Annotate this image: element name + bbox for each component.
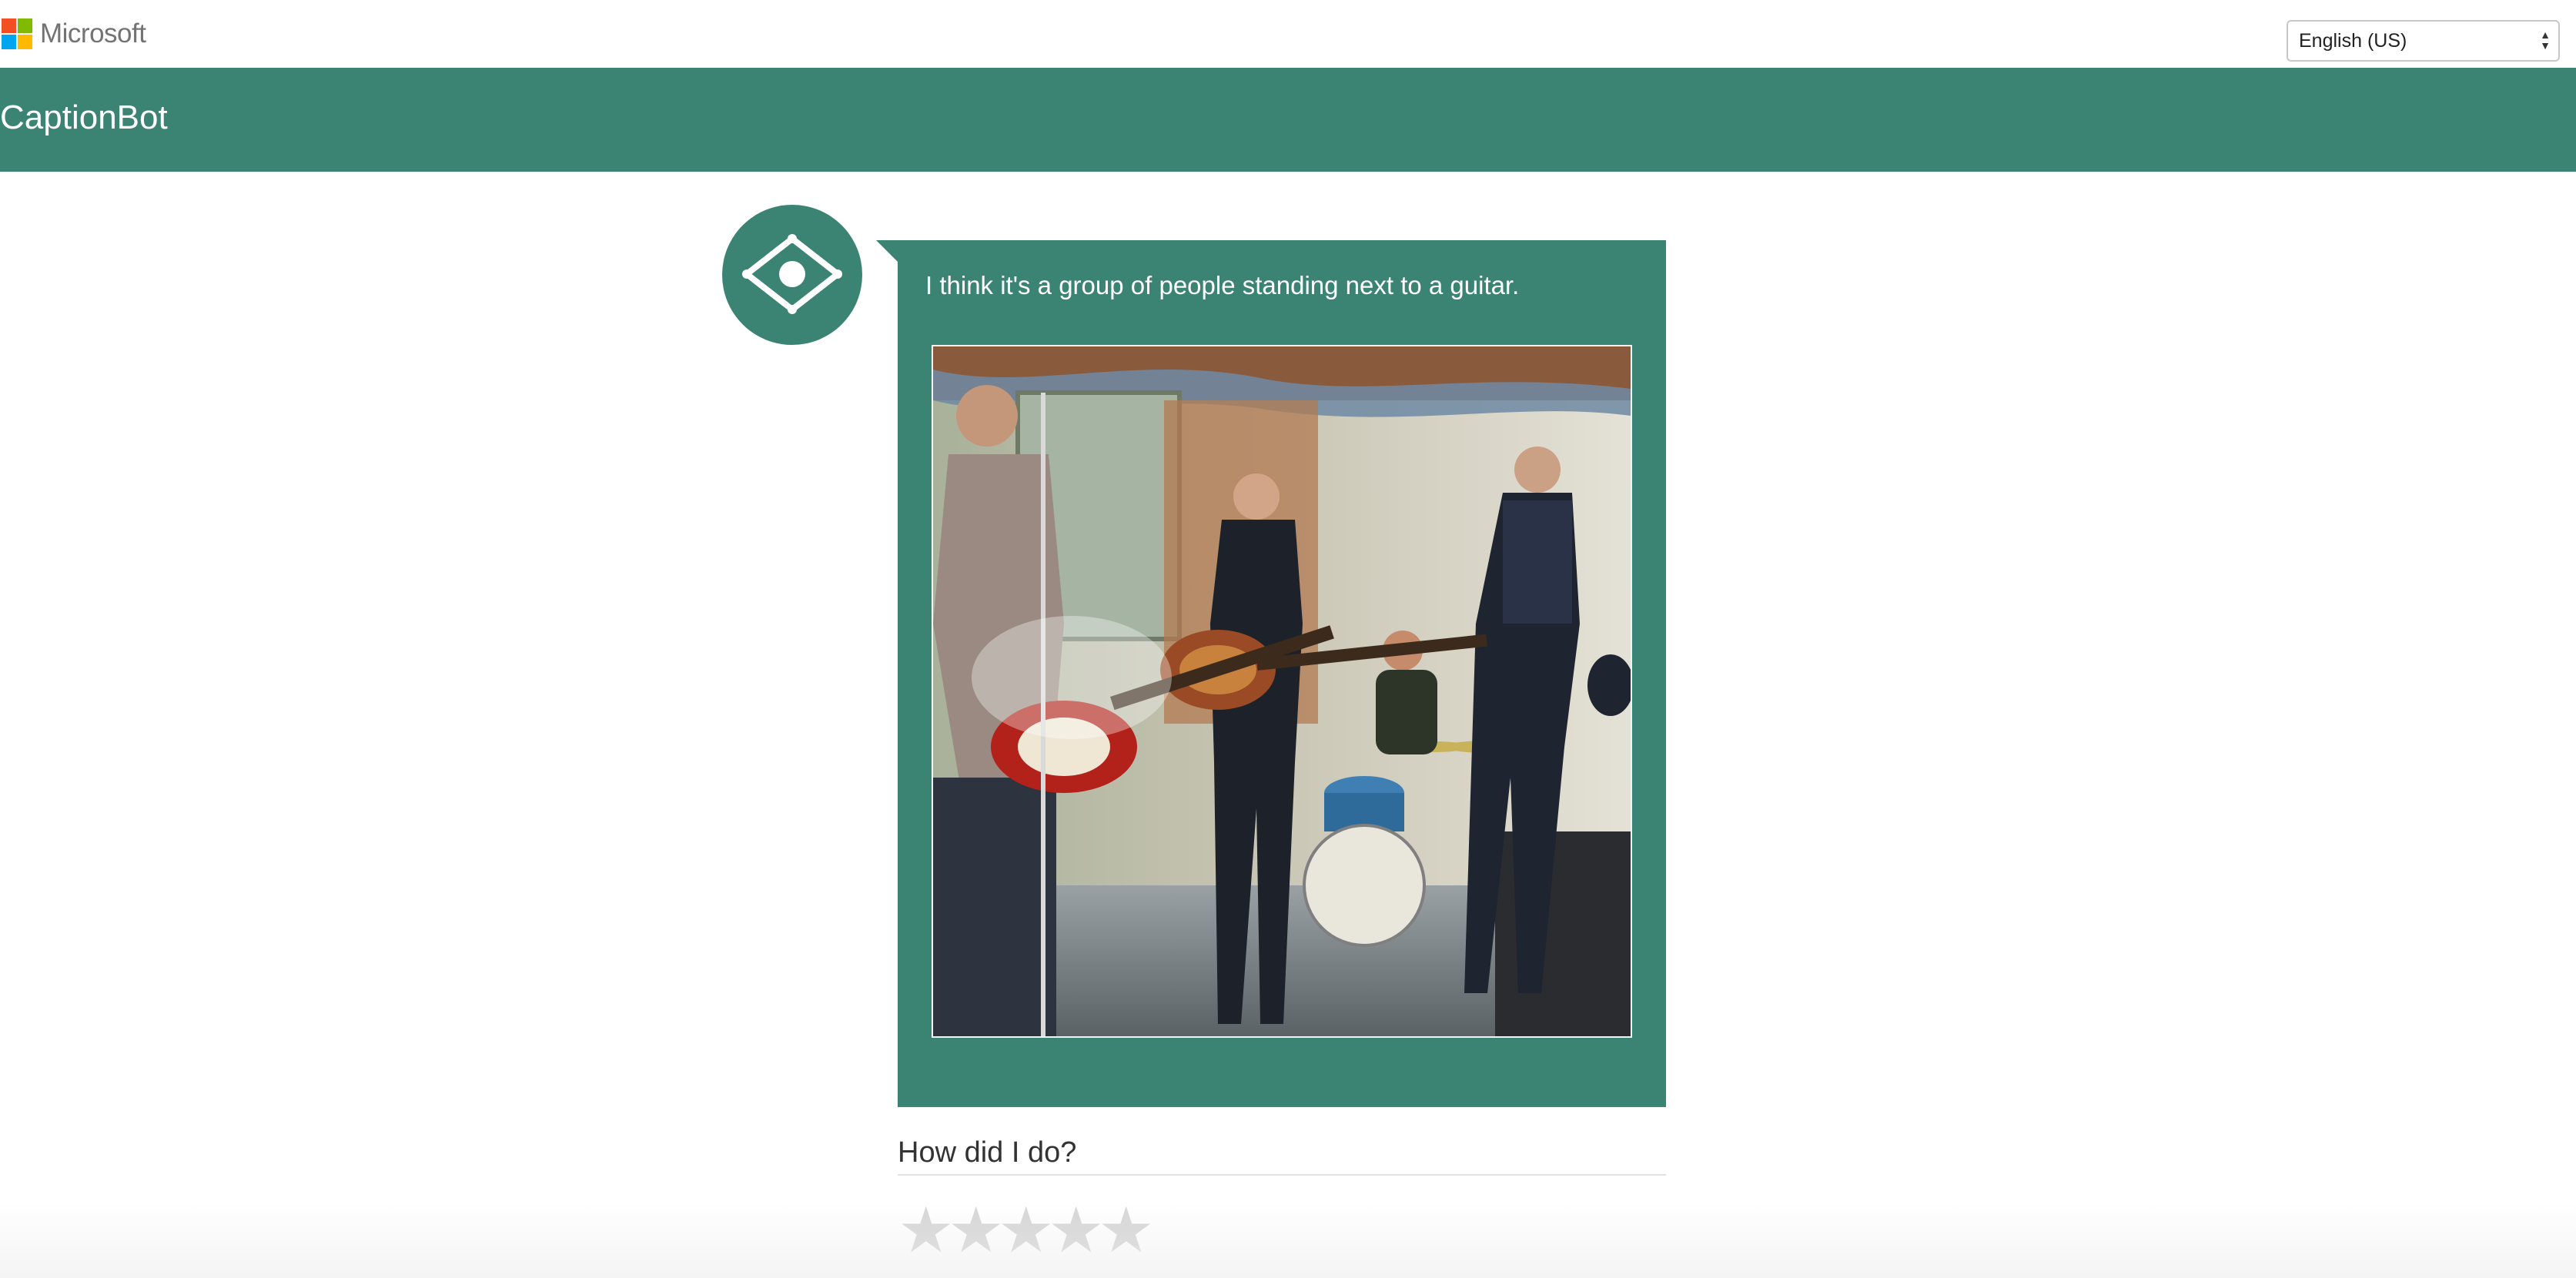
top-bar: Microsoft English (US) ▲ ▼ bbox=[0, 0, 2576, 68]
language-select-value: English (US) bbox=[2299, 29, 2407, 52]
star-icon-4[interactable]: ★ bbox=[1048, 1199, 1105, 1263]
bot-avatar bbox=[722, 205, 862, 345]
caption-text: I think it's a group of people standing … bbox=[925, 271, 1520, 299]
eye-icon bbox=[742, 234, 842, 314]
band-photo bbox=[933, 346, 1631, 1036]
app-title[interactable]: CaptionBot bbox=[0, 99, 168, 137]
feedback-divider bbox=[898, 1174, 1666, 1176]
star-icon-2[interactable]: ★ bbox=[948, 1199, 1005, 1263]
star-icon-3[interactable]: ★ bbox=[998, 1199, 1055, 1263]
feedback-question: How did I do? bbox=[898, 1136, 1077, 1169]
page: Microsoft English (US) ▲ ▼ CaptionBot I t… bbox=[0, 0, 2576, 1278]
bottom-fade bbox=[0, 1201, 2576, 1278]
select-arrows-icon: ▲ ▼ bbox=[2540, 28, 2551, 52]
app-header: CaptionBot bbox=[0, 68, 2576, 172]
star-icon-5[interactable]: ★ bbox=[1098, 1199, 1155, 1263]
microsoft-logo[interactable]: Microsoft bbox=[2, 18, 146, 49]
bubble-tail bbox=[876, 240, 898, 262]
star-icon-1[interactable]: ★ bbox=[898, 1199, 955, 1263]
microsoft-brand-text: Microsoft bbox=[40, 18, 146, 49]
uploaded-photo bbox=[932, 345, 1632, 1038]
microsoft-logo-icon bbox=[2, 18, 32, 49]
language-select[interactable]: English (US) ▲ ▼ bbox=[2287, 20, 2560, 62]
caption-bubble: I think it's a group of people standing … bbox=[898, 240, 1666, 1107]
star-rating[interactable]: ★ ★ ★ ★ ★ bbox=[898, 1199, 1155, 1263]
